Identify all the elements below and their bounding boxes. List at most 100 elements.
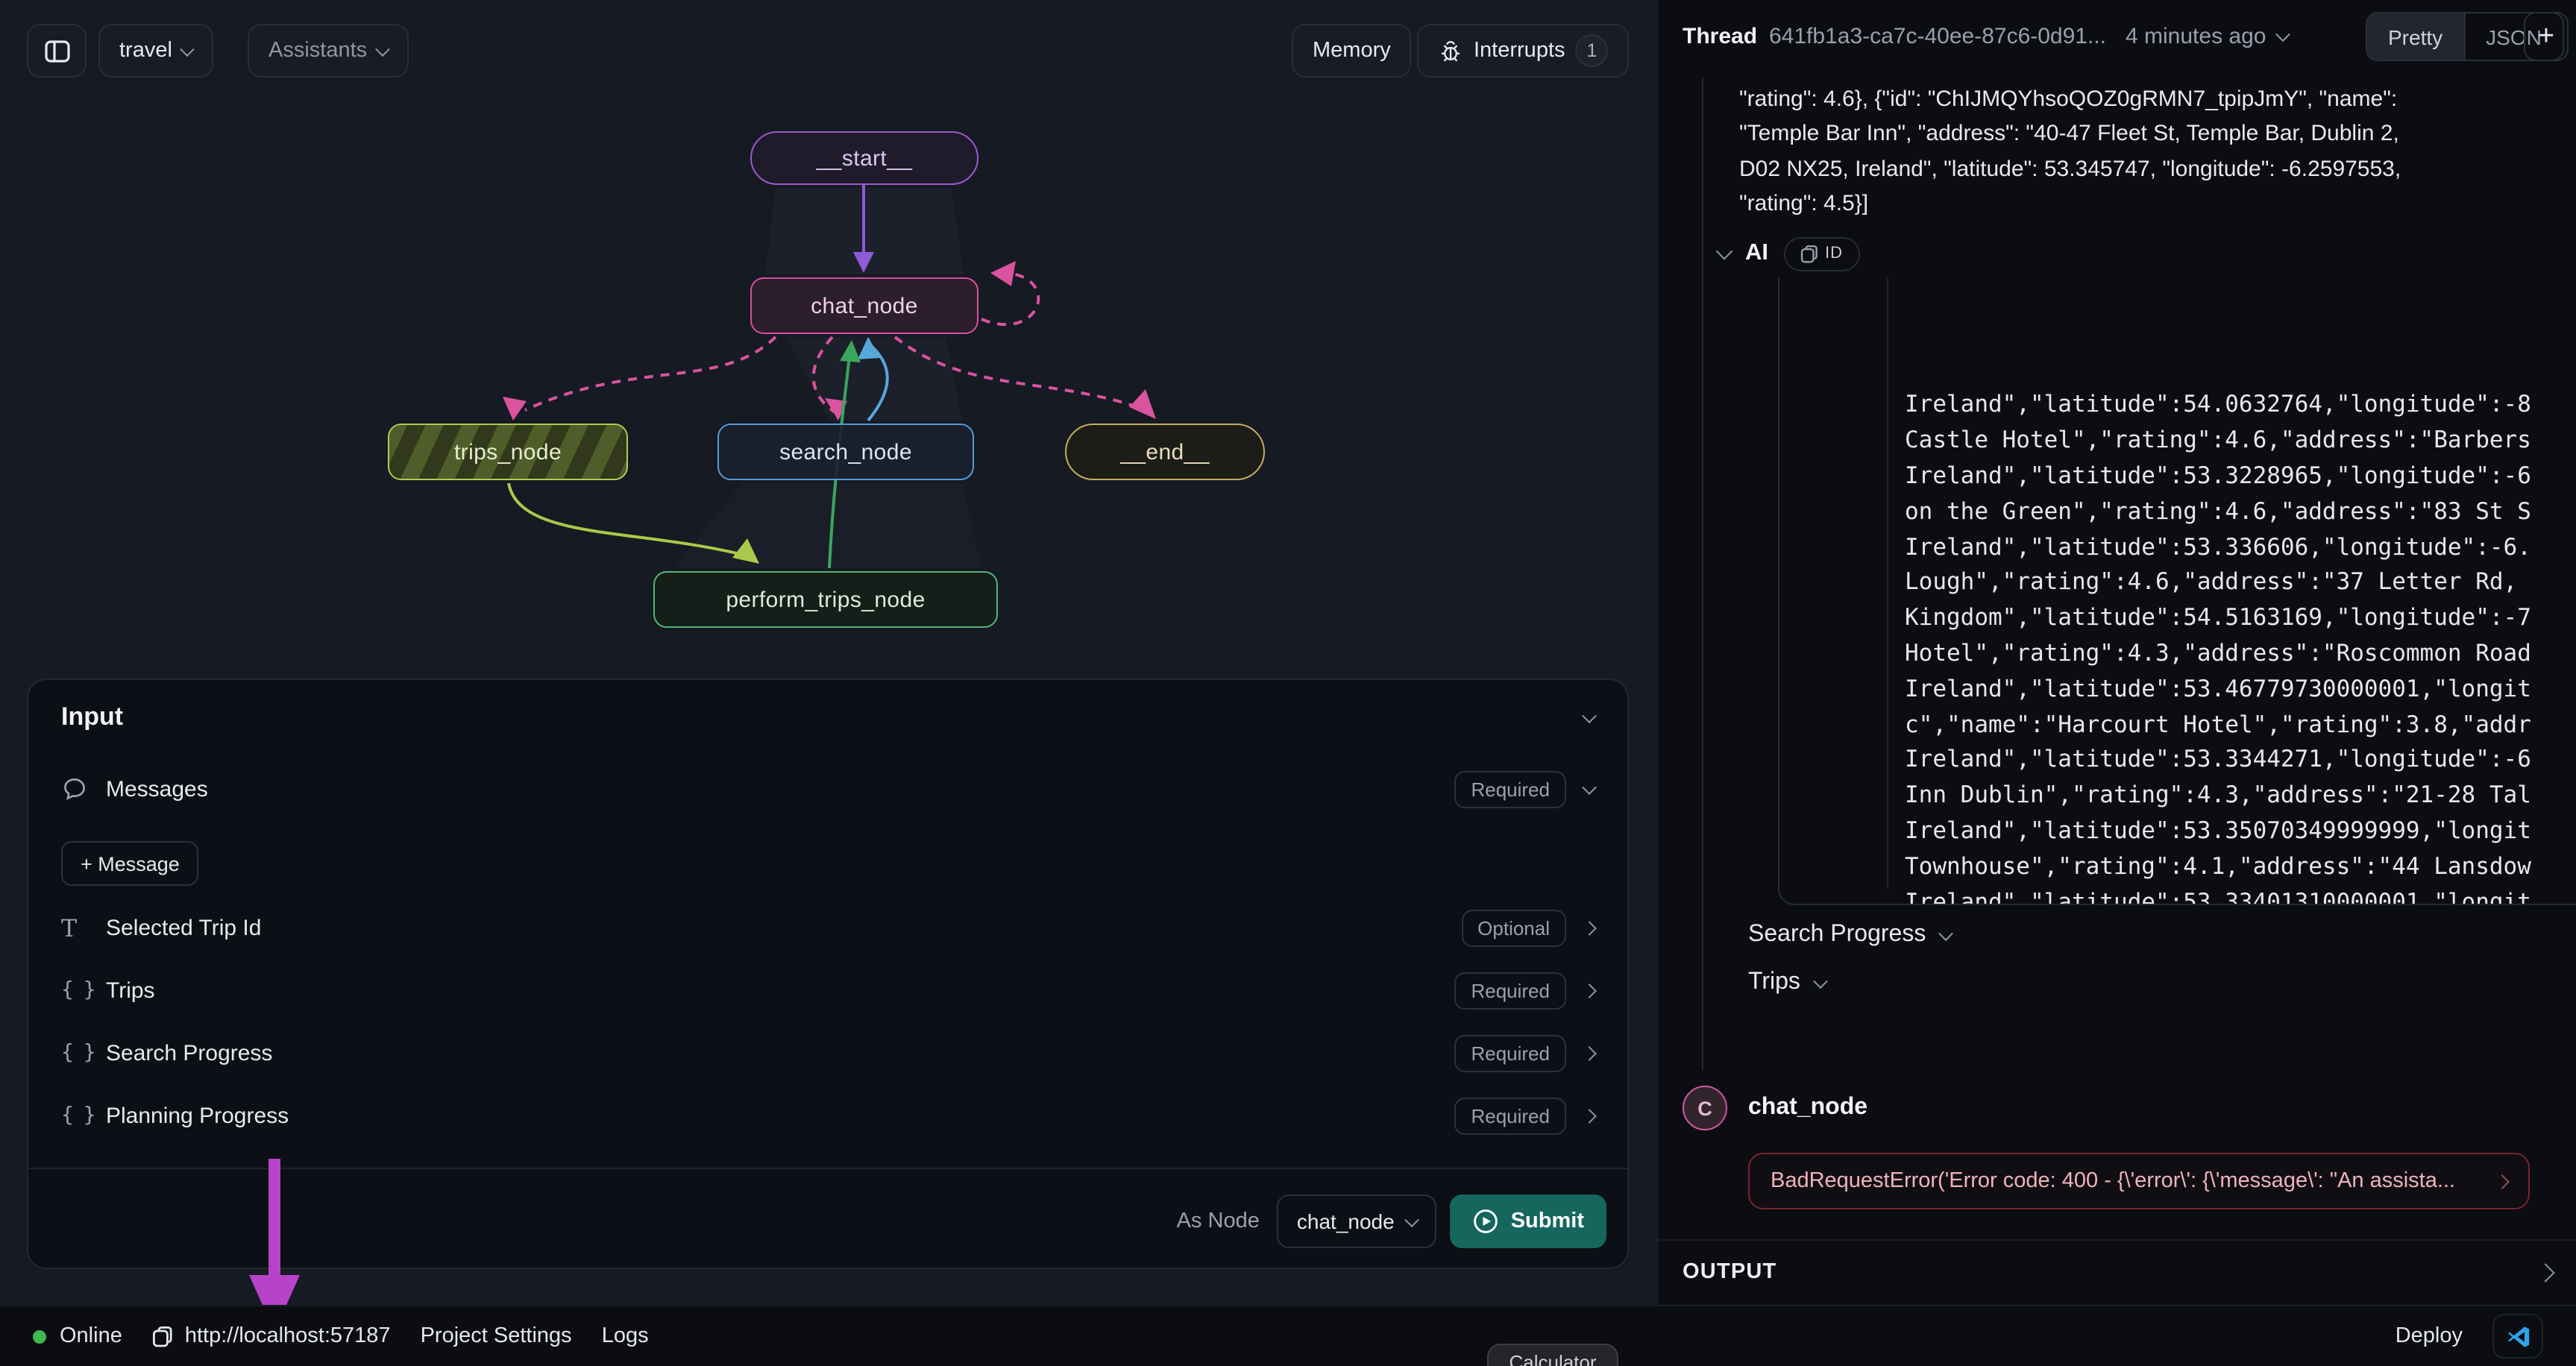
chevron-down-icon — [375, 41, 390, 56]
chevron-right-icon — [1582, 1108, 1597, 1123]
output-label: OUTPUT — [1683, 1260, 2539, 1284]
tool-message-line: "rating": 4.5}] — [1739, 186, 2557, 221]
chevron-right-icon — [2536, 1262, 2554, 1281]
logs-link[interactable]: Logs — [602, 1324, 649, 1348]
interrupts-count-badge: 1 — [1576, 34, 1609, 67]
code-line: on the Green","rating":4.6,"address":"83… — [1905, 495, 2576, 531]
copy-icon — [1800, 244, 1818, 263]
tool-message-line: "Temple Bar Inn", "address": "40-47 Flee… — [1739, 117, 2557, 152]
code-lines: Ireland","latitude":54.0632764,"longitud… — [1905, 282, 2576, 905]
play-circle-icon — [1472, 1208, 1499, 1235]
thread-title: Thread — [1683, 24, 1757, 49]
graph-node-search[interactable]: search_node — [717, 424, 974, 480]
interrupts-button[interactable]: Interrupts 1 — [1417, 24, 1630, 78]
code-line: Ireland","latitude":53.3344271,"longitud… — [1905, 743, 2576, 779]
graph-node-start[interactable]: __start__ — [750, 131, 978, 185]
thread-id: 641fb1a3-ca7c-40ee-87c6-0d91... — [1769, 24, 2106, 49]
required-badge: Required — [1454, 1034, 1566, 1071]
code-line: c","name":"Harcourt Hotel","rating":3.8,… — [1905, 708, 2576, 743]
thread-time-dropdown[interactable]: 4 minutes ago — [2126, 24, 2288, 49]
node-label: __end__ — [1120, 439, 1210, 465]
code-line: Ireland","latitude":53.46779730000001,"l… — [1905, 673, 2576, 708]
bug-icon — [1438, 38, 1463, 63]
submit-button[interactable]: Submit — [1450, 1195, 1606, 1248]
ai-label: AI — [1745, 240, 1768, 267]
open-in-vscode-button[interactable] — [2492, 1314, 2543, 1359]
chevron-right-icon — [1582, 920, 1597, 935]
chevron-down-icon — [1582, 779, 1597, 794]
section-trips[interactable]: Trips — [1748, 969, 1826, 996]
toggle-pretty[interactable]: Pretty — [2367, 13, 2463, 60]
code-line: Ireland","latitude":53.3228965,"longitud… — [1905, 459, 2576, 495]
graph-node-chat[interactable]: chat_node — [750, 277, 978, 334]
chevron-right-icon — [1582, 1045, 1597, 1060]
code-line: Townhouse","rating":4.1,"address":"44 La… — [1905, 850, 2576, 886]
node-label: trips_node — [454, 439, 562, 465]
tool-message-line: D02 NX25, Ireland", "latitude": 53.34574… — [1739, 151, 2557, 186]
code-line: Ireland","latitude":53.336606,"longitude… — [1905, 530, 2576, 566]
node-avatar: C — [1683, 1086, 1727, 1130]
required-badge: Required — [1454, 770, 1566, 808]
node-label: __start__ — [817, 145, 913, 171]
graph-node-end[interactable]: __end__ — [1065, 424, 1265, 480]
chevron-down-icon — [1404, 1212, 1419, 1227]
thread-connector-line — [1702, 78, 1703, 1071]
code-line: Ireland","latitude":53.35070349999999,"l… — [1905, 814, 2576, 850]
section-label: Trips — [1748, 969, 1800, 996]
graph-node-trips[interactable]: trips_node — [388, 424, 628, 480]
graph-node-perform-trips[interactable]: perform_trips_node — [653, 571, 998, 628]
online-dot-icon — [33, 1329, 46, 1343]
code-line: Hotel","rating":4.3,"address":"Roscommon… — [1905, 637, 2576, 673]
tool-message-text: "rating": 4.6}, {"id": "ChIJMQYhsoQOZ0gR… — [1739, 82, 2557, 221]
project-settings-link[interactable]: Project Settings — [421, 1324, 572, 1348]
required-badge: Required — [1454, 972, 1566, 1009]
chevron-down-icon — [2276, 27, 2291, 42]
required-badge: Required — [1454, 1097, 1566, 1134]
pointer-arrow — [0, 0, 328, 1305]
chevron-right-icon — [2495, 1174, 2510, 1189]
as-node-select[interactable]: chat_node — [1278, 1195, 1436, 1248]
thread-panel: Thread 641fb1a3-ca7c-40ee-87c6-0d91... 4… — [1659, 0, 2576, 1305]
tool-message-line: "rating": 4.6}, {"id": "ChIJMQYhsoQOZ0gR… — [1739, 82, 2557, 117]
chevron-down-icon — [1813, 973, 1828, 988]
code-line: Castle Hotel","rating":4.6,"address":"Ba… — [1905, 424, 2576, 459]
code-line: Lough","rating":4.6,"address":"37 Letter… — [1905, 566, 2576, 602]
chevron-down-icon[interactable] — [1716, 243, 1733, 260]
calculator-chip[interactable]: Calculator — [1487, 1344, 1618, 1366]
tool-call-code-block: Ireland","latitude":54.0632764,"longitud… — [1778, 277, 2576, 905]
node-label: chat_node — [811, 293, 918, 318]
deploy-link[interactable]: Deploy — [2396, 1324, 2463, 1348]
memory-label: Memory — [1313, 39, 1391, 63]
code-line: Inn Dublin","rating":4.3,"address":"21-2… — [1905, 778, 2576, 814]
memory-button[interactable]: Memory — [1292, 24, 1412, 78]
collapse-input-chevron-icon[interactable] — [1582, 708, 1597, 723]
thread-header: Thread 641fb1a3-ca7c-40ee-87c6-0d91... 4… — [1659, 0, 2576, 72]
ai-message-header: AI ID — [1718, 234, 1859, 273]
error-text: BadRequestError('Error code: 400 - {\'er… — [1771, 1169, 2497, 1193]
chevron-down-icon — [1938, 925, 1953, 940]
code-line: Ireland","latitude":53.33401310000001,"l… — [1905, 885, 2576, 905]
online-label: Online — [60, 1324, 122, 1348]
copy-id-button[interactable]: ID — [1783, 236, 1859, 271]
code-line: Kingdom","latitude":54.5163169,"longitud… — [1905, 601, 2576, 637]
section-label: Search Progress — [1748, 922, 1926, 948]
code-indent-guide — [1887, 277, 1888, 889]
app-screen: __start__ chat_node trips_node search_no… — [0, 0, 2576, 1366]
thread-time: 4 minutes ago — [2126, 24, 2266, 49]
node-label: search_node — [779, 439, 912, 465]
optional-badge: Optional — [1461, 909, 1566, 946]
server-url-button[interactable]: http://localhost:57187 — [152, 1324, 391, 1348]
message-node-name: chat_node — [1748, 1095, 1867, 1121]
id-badge-label: ID — [1825, 245, 1843, 262]
graph-panel: __start__ chat_node trips_node search_no… — [0, 0, 1659, 1305]
code-line: Ireland","latitude":54.0632764,"longitud… — [1905, 388, 2576, 424]
new-thread-button[interactable]: + — [2524, 12, 2569, 61]
node-label: perform_trips_node — [726, 587, 925, 612]
as-node-label: As Node — [1177, 1209, 1260, 1233]
submit-label: Submit — [1511, 1209, 1584, 1233]
output-section-toggle[interactable]: OUTPUT — [1659, 1241, 2576, 1303]
status-bar: Online http://localhost:57187 Project Se… — [0, 1305, 2576, 1366]
section-search-progress[interactable]: Search Progress — [1748, 922, 1951, 948]
vscode-icon — [2505, 1323, 2531, 1349]
error-message-row[interactable]: BadRequestError('Error code: 400 - {\'er… — [1748, 1153, 2530, 1209]
